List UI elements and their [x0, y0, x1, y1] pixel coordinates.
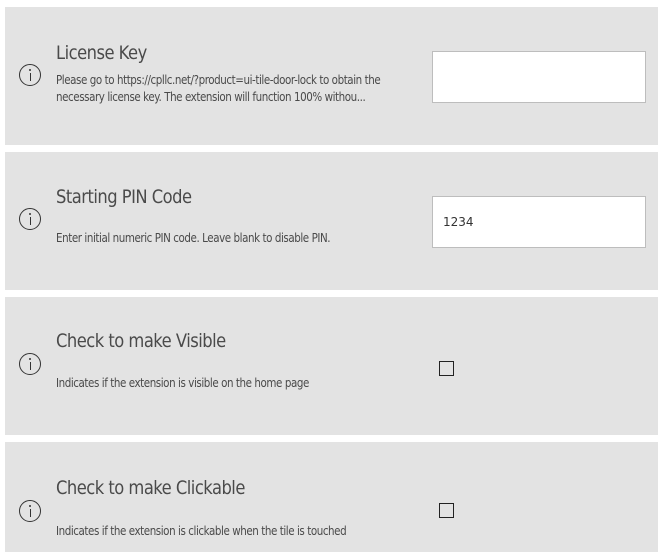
setting-title: Starting PIN Code	[56, 186, 192, 208]
info-icon[interactable]	[19, 353, 41, 375]
setting-description: Indicates if the extension is clickable …	[56, 524, 347, 538]
info-icon[interactable]	[19, 208, 41, 230]
clickable-checkbox[interactable]	[439, 503, 454, 518]
setting-row-visible: Check to make Visible Indicates if the e…	[5, 297, 658, 435]
setting-title: Check to make Clickable	[56, 477, 245, 499]
setting-title: Check to make Visible	[56, 330, 226, 352]
starting-pin-input[interactable]	[432, 196, 646, 248]
extension-settings-panel: License Key Please go to https://cpllc.n…	[0, 0, 658, 552]
info-icon[interactable]	[19, 500, 41, 522]
setting-description: Enter initial numeric PIN code. Leave bl…	[56, 231, 331, 245]
info-icon[interactable]	[19, 64, 41, 86]
setting-row-starting-pin: Starting PIN Code Enter initial numeric …	[5, 152, 658, 290]
setting-row-clickable: Check to make Clickable Indicates if the…	[5, 442, 658, 552]
setting-row-license-key: License Key Please go to https://cpllc.n…	[5, 7, 658, 145]
license-key-input[interactable]	[432, 51, 646, 103]
visible-checkbox[interactable]	[439, 361, 454, 376]
setting-title: License Key	[56, 42, 147, 64]
setting-description: Indicates if the extension is visible on…	[56, 376, 309, 390]
setting-description: Please go to https://cpllc.net/?product=…	[56, 73, 381, 104]
